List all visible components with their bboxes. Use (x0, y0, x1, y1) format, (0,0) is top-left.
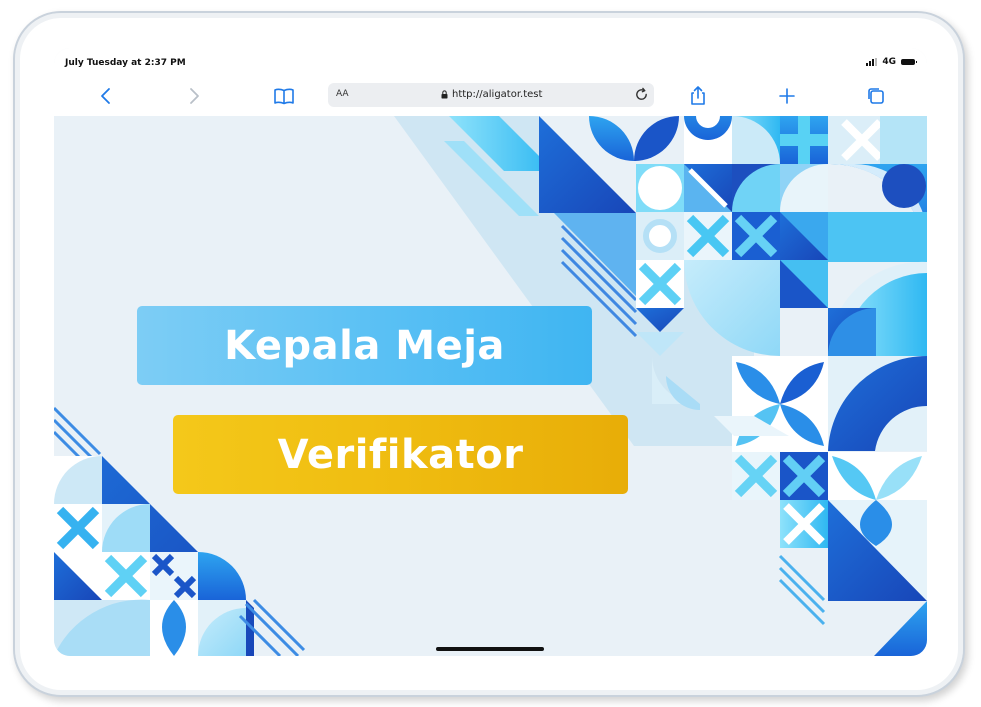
page-content: Kepala Meja Verifikator (54, 116, 927, 656)
lock-icon (441, 90, 448, 99)
text-size-button[interactable]: AA (336, 89, 349, 99)
reload-icon[interactable] (634, 87, 649, 102)
share-icon (691, 86, 705, 105)
kepala-meja-button[interactable]: Kepala Meja (137, 306, 592, 385)
back-button[interactable] (94, 84, 118, 108)
new-tab-button[interactable] (775, 84, 799, 108)
home-indicator (436, 647, 544, 651)
battery-icon (901, 59, 917, 65)
address-bar[interactable]: AA http://aligator.test (328, 83, 654, 107)
forward-button[interactable] (182, 84, 206, 108)
chevron-right-icon (190, 88, 199, 104)
verifikator-button[interactable]: Verifikator (173, 415, 628, 494)
status-time: July Tuesday at 2:37 PM (65, 58, 186, 68)
plus-icon (779, 88, 795, 104)
bookmarks-button[interactable] (272, 84, 296, 108)
browser-toolbar: AA http://aligator.test (54, 76, 927, 117)
geometric-background (54, 116, 927, 656)
status-bar: July Tuesday at 2:37 PM 4G (54, 48, 927, 76)
url-text: http://aligator.test (452, 89, 543, 100)
chevron-left-icon (101, 88, 110, 104)
url-display: http://aligator.test (441, 89, 542, 100)
book-icon (274, 88, 294, 105)
tablet-screen: July Tuesday at 2:37 PM 4G AA http://ali… (54, 48, 927, 656)
tabs-icon (868, 88, 884, 104)
share-button[interactable] (686, 84, 710, 108)
status-indicators: 4G (866, 57, 917, 67)
network-label: 4G (882, 57, 896, 67)
tabs-button[interactable] (864, 84, 888, 108)
signal-icon (866, 58, 878, 66)
